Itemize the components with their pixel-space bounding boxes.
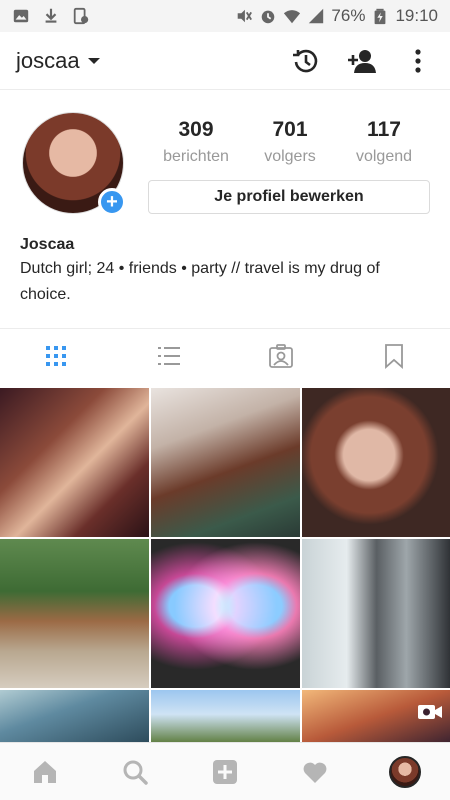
photo-grid	[0, 388, 450, 744]
stat-followers-count: 701	[272, 118, 308, 141]
list-icon	[156, 343, 182, 374]
screenshot-icon	[72, 7, 90, 25]
tab-list[interactable]	[113, 329, 226, 388]
tab-tagged[interactable]	[225, 329, 338, 388]
profile-stats: 309 berichten 701 volgers 117 volgend	[150, 118, 430, 166]
grid-post[interactable]	[151, 690, 300, 744]
profile-bio: Joscaa Dutch girl; 24 • friends • party …	[20, 236, 430, 308]
download-icon	[42, 7, 60, 25]
profile-header: + 309 berichten 701 volgers 117 volgend …	[0, 112, 450, 332]
grid-post[interactable]	[302, 690, 450, 744]
tab-grid[interactable]	[0, 329, 113, 388]
stat-followers[interactable]: 701 volgers	[244, 118, 336, 166]
home-icon[interactable]	[25, 752, 65, 792]
bio-text: Dutch girl; 24 • friends • party // trav…	[20, 260, 380, 303]
stat-posts[interactable]: 309 berichten	[150, 118, 242, 166]
chevron-down-icon	[87, 57, 100, 64]
search-icon[interactable]	[115, 752, 155, 792]
stat-following-label: volgend	[355, 148, 413, 165]
stat-posts-label: berichten	[163, 148, 229, 165]
edit-profile-button[interactable]: Je profiel bewerken	[148, 180, 430, 214]
grid-post[interactable]	[302, 539, 450, 688]
bio-name: Joscaa	[20, 236, 75, 253]
avatar	[389, 755, 421, 788]
alarm-icon	[259, 7, 277, 25]
tab-saved[interactable]	[338, 329, 450, 388]
stat-following-count: 117	[367, 118, 401, 141]
history-icon[interactable]	[290, 45, 322, 77]
grid-post[interactable]	[302, 388, 450, 537]
status-bar: 76% 19:10	[0, 0, 450, 32]
grid-icon	[43, 343, 69, 374]
profile-tabs	[0, 328, 450, 388]
stat-following[interactable]: 117 volgend	[338, 118, 430, 166]
activity-icon[interactable]	[295, 752, 335, 792]
grid-post[interactable]	[0, 690, 149, 744]
profile-avatar-large[interactable]: +	[22, 112, 126, 216]
grid-post[interactable]	[151, 539, 300, 688]
signal-icon	[307, 7, 325, 25]
grid-post[interactable]	[0, 539, 149, 688]
username-label: joscaa	[16, 47, 80, 73]
stat-posts-count: 309	[178, 118, 214, 141]
tagged-icon	[268, 343, 294, 374]
video-icon	[417, 702, 443, 722]
account-switcher[interactable]: joscaa	[16, 48, 100, 74]
battery-icon	[371, 7, 389, 25]
more-vert-icon[interactable]	[402, 45, 434, 77]
bottom-navigation	[0, 742, 450, 800]
mute-icon	[235, 7, 253, 25]
grid-post[interactable]	[151, 388, 300, 537]
profile-top-bar: joscaa	[0, 32, 450, 90]
battery-percent: 76%	[331, 6, 366, 25]
add-post-icon[interactable]	[205, 752, 245, 792]
clock: 19:10	[395, 6, 438, 25]
wifi-icon	[283, 7, 301, 25]
saved-icon	[381, 343, 407, 374]
add-person-icon[interactable]	[346, 45, 378, 77]
profile-tab[interactable]	[385, 752, 425, 792]
add-story-icon[interactable]: +	[98, 188, 126, 216]
gallery-icon	[12, 7, 30, 25]
stat-followers-label: volgers	[264, 148, 316, 165]
grid-post[interactable]	[0, 388, 149, 537]
